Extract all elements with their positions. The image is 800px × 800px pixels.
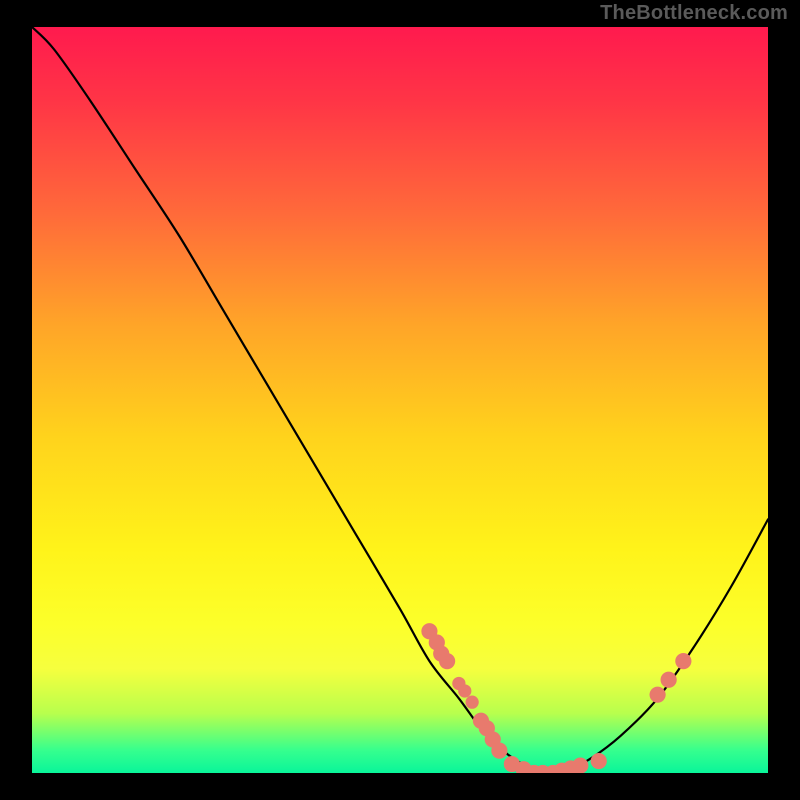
bottleneck-curve — [32, 27, 768, 773]
data-marker — [591, 753, 607, 769]
data-marker — [572, 757, 588, 773]
data-marker — [439, 653, 455, 669]
data-markers — [421, 623, 691, 773]
plot-panel — [32, 27, 768, 773]
data-marker — [650, 687, 666, 703]
data-marker — [491, 743, 507, 759]
data-marker — [466, 696, 479, 709]
chart-frame: TheBottleneck.com — [0, 0, 800, 800]
data-marker — [458, 684, 471, 697]
data-marker — [675, 653, 691, 669]
data-marker — [661, 672, 677, 688]
plot-svg — [32, 27, 768, 773]
watermark-text: TheBottleneck.com — [600, 2, 788, 25]
